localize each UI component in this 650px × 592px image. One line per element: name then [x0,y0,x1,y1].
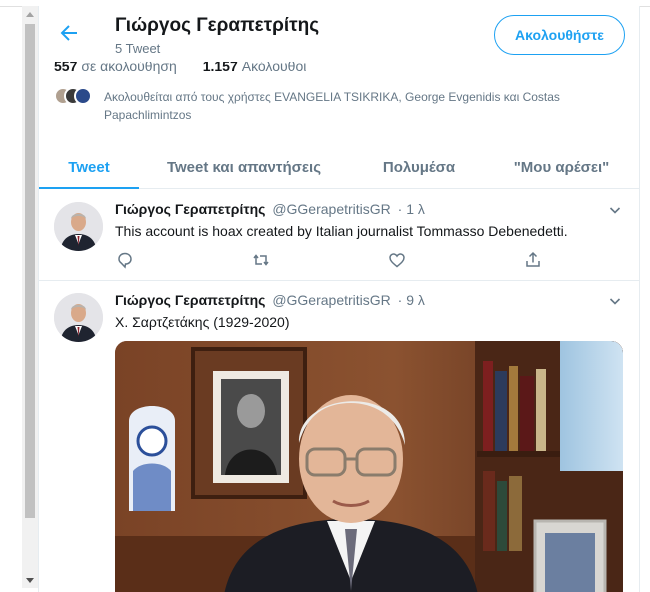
tweet-handle[interactable]: @GGerapetritisGR [272,201,390,217]
tweet-text: Χ. Σαρτζετάκης (1929-2020) [115,314,290,330]
avatar[interactable] [54,202,103,251]
tweet[interactable]: Γιώργος Γεραπετρίτης @GGerapetritisGR · … [39,190,639,281]
tab-likes[interactable]: "Μου αρέσει" [494,146,629,189]
page-title: Γιώργος Γεραπετρίτης [115,15,320,36]
follow-button[interactable]: Ακολουθήστε [494,15,625,55]
tab-tweets[interactable]: Tweet [39,146,139,189]
scroll-down-arrow-icon[interactable] [22,572,38,588]
tweet-handle[interactable]: @GGerapetritisGR [272,292,390,308]
scrollbar[interactable] [22,6,38,588]
tab-tweets-and-replies[interactable]: Tweet και απαντήσεις [149,146,339,189]
tweet-author-name[interactable]: Γιώργος Γεραπετρίτης [115,292,265,308]
profile-tabs: Tweet Tweet και απαντήσεις Πολυμέσα "Μου… [39,146,639,189]
active-tab-indicator [39,187,139,189]
tweet-header: Γιώργος Γεραπετρίτης @GGerapetritisGR · … [115,292,425,308]
tweet-count: 5 Tweet [115,41,161,56]
tweet-time[interactable]: · 1 λ [398,201,425,217]
tweet-text: This account is hoax created by Italian … [115,223,568,239]
scroll-up-arrow-icon[interactable] [22,6,38,22]
scrollbar-thumb[interactable] [25,24,35,518]
share-icon[interactable] [523,250,543,270]
tab-media[interactable]: Πολυμέσα [359,146,479,189]
tweet[interactable]: Γιώργος Γεραπετρίτης @GGerapetritisGR · … [39,281,639,592]
chevron-down-icon[interactable] [609,203,621,215]
followed-by-text: Ακολουθείται από τους χρήστες EVANGELIA … [104,90,560,122]
chevron-down-icon[interactable] [609,294,621,306]
tweet-actions [115,250,545,270]
avatar [74,87,92,105]
like-icon[interactable] [387,250,407,270]
profile-column: 557 σε ακολούθηση 1.157 Ακόλουθοι Γιώργος … [38,6,640,592]
tweet-time[interactable]: · 9 λ [398,292,425,308]
follower-avatars [54,86,98,106]
tweet-author-name[interactable]: Γιώργος Γεραπετρίτης [115,201,265,217]
retweet-icon[interactable] [251,250,271,270]
back-arrow-icon[interactable] [57,21,81,45]
profile-header: Γιώργος Γεραπετρίτης 5 Tweet Ακολουθήστε [39,6,639,62]
tweet-photo[interactable] [115,341,623,592]
tweet-header: Γιώργος Γεραπετρίτης @GGerapetritisGR · … [115,201,425,217]
avatar[interactable] [54,293,103,342]
reply-icon[interactable] [115,250,135,270]
